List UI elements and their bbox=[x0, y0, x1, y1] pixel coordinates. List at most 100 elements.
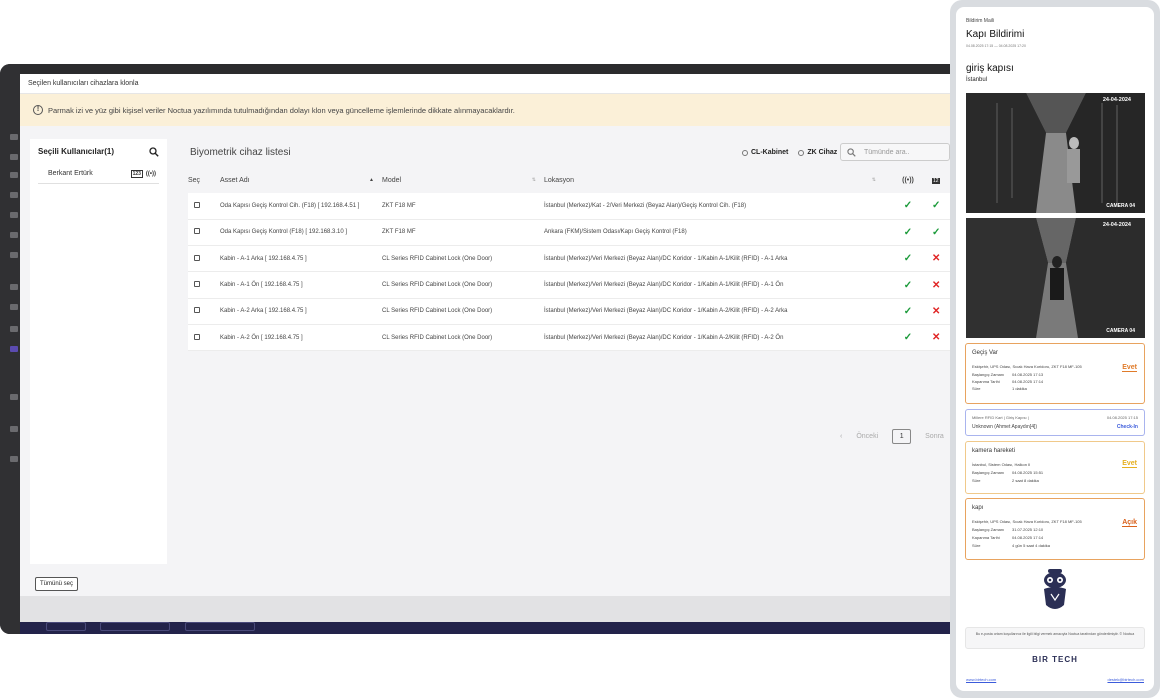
row-checkbox[interactable] bbox=[194, 201, 200, 208]
field-key: Başlangıç Zamanı bbox=[972, 372, 1005, 377]
col-asset[interactable]: Asset Adı ▲ bbox=[220, 167, 382, 193]
row-checkbox[interactable] bbox=[194, 333, 200, 340]
field-key: Süre bbox=[972, 543, 981, 548]
table-row[interactable]: Oda Kapısı Geçiş Kontrol (F18) [ 192.168… bbox=[188, 219, 950, 247]
cell-rfid-status: ✓ bbox=[884, 193, 932, 220]
search-icon[interactable] bbox=[149, 146, 159, 157]
radio-circle[interactable] bbox=[798, 149, 805, 156]
bottom-bar-chip[interactable] bbox=[100, 622, 170, 631]
table-row[interactable]: Oda Kapısı Geçiş Kontrol Cih. (F18) [ 19… bbox=[188, 193, 950, 220]
table-row[interactable]: Kabin - A-2 Arka [ 192.168.4.75 ] CL Seri… bbox=[188, 298, 950, 325]
radio-zk-cihaz[interactable]: ZK Cihaz bbox=[798, 149, 837, 156]
rfid-badge-icon: ((•)) bbox=[145, 170, 156, 177]
prev-arrow-icon[interactable]: ‹ bbox=[840, 433, 842, 440]
sidebar-icon[interactable] bbox=[10, 284, 18, 290]
sidebar-icon[interactable] bbox=[10, 192, 18, 198]
card-person: Unknown (Ahmet Apaydın[4]) bbox=[972, 424, 1038, 430]
card-header: Millere RFID Kart | Giriş Kapısı | bbox=[972, 415, 1029, 420]
sidebar-icon[interactable] bbox=[10, 394, 18, 400]
selected-user-item[interactable]: Berkant Ertürk 123 ((•)) bbox=[38, 164, 159, 184]
camera-snapshot[interactable]: 24-04-2024 CAMERA 04 bbox=[966, 218, 1145, 338]
cell-asset: Kabin - A-1 Ön [ 192.168.4.75 ] bbox=[220, 271, 382, 299]
cell-asset: Oda Kapısı Geçiş Kontrol Cih. (F18) [ 19… bbox=[220, 193, 382, 220]
bottom-bar-chip[interactable] bbox=[46, 622, 86, 631]
field-key: Süre bbox=[972, 386, 981, 391]
support-email-link[interactable]: destek@birtech.com bbox=[1107, 677, 1144, 682]
bottom-bar-chip[interactable] bbox=[185, 622, 255, 631]
email-kicker: Bildirim Maili bbox=[966, 18, 995, 24]
row-select-cell bbox=[188, 219, 220, 247]
sidebar-icon[interactable] bbox=[10, 212, 18, 218]
table-row[interactable]: Kabin - A-1 Ön [ 192.168.4.75 ] CL Series… bbox=[188, 271, 950, 299]
sidebar-icon[interactable] bbox=[10, 134, 18, 140]
email-preview-device: Bildirim Maili Kapı Bildirimi 04.08.2025… bbox=[950, 0, 1160, 698]
corridor-image bbox=[966, 93, 1145, 213]
table-row[interactable]: Kabin - A-2 Ön [ 192.168.4.75 ] CL Series… bbox=[188, 324, 950, 352]
sort-icon[interactable]: ⇅ bbox=[532, 177, 536, 183]
card-field: Kapanma Tarihi 04.08.2025 17:14 bbox=[972, 379, 1043, 384]
sidebar-icon[interactable] bbox=[10, 172, 18, 178]
prev-page-button[interactable]: Önceki bbox=[856, 433, 878, 440]
current-page-button[interactable]: 1 bbox=[892, 429, 912, 444]
sort-asc-icon[interactable]: ▲ bbox=[369, 177, 374, 183]
sidebar-icon-active[interactable] bbox=[10, 346, 18, 352]
next-page-button[interactable]: Sonra bbox=[925, 433, 944, 440]
sidebar-icon[interactable] bbox=[10, 426, 18, 432]
row-checkbox[interactable] bbox=[194, 281, 200, 288]
website-link[interactable]: www.birtech.com bbox=[966, 677, 996, 682]
row-checkbox[interactable] bbox=[194, 228, 200, 235]
cell-model: ZKT F18 MF bbox=[382, 193, 544, 220]
device-search-input[interactable]: Tümünde ara.. bbox=[840, 143, 950, 161]
row-checkbox[interactable] bbox=[194, 307, 200, 314]
sidebar-icon[interactable] bbox=[10, 456, 18, 462]
camera-date: 24-04-2024 bbox=[1102, 97, 1131, 103]
cell-location: İstanbul (Merkez)/Kat - 2/Veri Merkezi (… bbox=[544, 193, 884, 220]
sort-icon[interactable]: ⇅ bbox=[872, 177, 876, 183]
select-all-button[interactable]: Tümünü seç bbox=[35, 577, 79, 591]
field-key: Kapanma Tarihi bbox=[972, 535, 1000, 540]
col-model[interactable]: Model ⇅ bbox=[382, 167, 544, 193]
field-value: 04.08.2025 17:14 bbox=[1012, 535, 1044, 540]
sidebar-icon[interactable] bbox=[10, 326, 18, 332]
app-sidebar bbox=[0, 64, 20, 634]
col-id: 12 bbox=[932, 167, 950, 193]
sidebar-icon[interactable] bbox=[10, 252, 18, 258]
col-location-label: Lokasyon bbox=[544, 176, 574, 184]
checkin-card[interactable]: Millere RFID Kart | Giriş Kapısı | 04.08… bbox=[965, 409, 1145, 436]
notification-card[interactable]: kamera hareketi İstanbul, Sistem Odası, … bbox=[965, 441, 1145, 494]
pagination: ‹ Önceki 1 Sonra bbox=[840, 429, 944, 444]
field-key: Kapanma Tarihi bbox=[972, 379, 1000, 384]
cell-model: ZKT F18 MF bbox=[382, 219, 544, 247]
camera-label: CAMERA 04 bbox=[1106, 203, 1135, 209]
table-row[interactable]: Kabin - A-1 Arka [ 192.168.4.75 ] CL Seri… bbox=[188, 245, 950, 273]
notification-card[interactable]: kapı Eskişehir, UPS Odası, Sıcak Hava Ko… bbox=[965, 498, 1145, 560]
cell-location: İstanbul (Merkez)/Veri Merkezi (Beyaz Al… bbox=[544, 298, 884, 325]
sidebar-icon[interactable] bbox=[10, 154, 18, 160]
radio-circle[interactable] bbox=[742, 149, 748, 156]
camera-snapshot[interactable]: 24-04-2024 CAMERA 04 bbox=[966, 93, 1145, 213]
sidebar-icon[interactable] bbox=[10, 232, 18, 238]
selected-users-header: Seçili Kullanıcılar(1) bbox=[30, 139, 167, 164]
card-field: Süre 2 saat 8 dakika bbox=[972, 478, 1039, 483]
email-preview-screen: Bildirim Maili Kapı Bildirimi 04.08.2025… bbox=[956, 7, 1154, 691]
door-name: giriş kapısı bbox=[966, 63, 1014, 74]
notification-card[interactable]: Geçiş Var Eskişehir, UPS Odası, Sıcak Ha… bbox=[965, 343, 1145, 404]
card-location: Eskişehir, UPS Odası, Sıcak Hava Koridor… bbox=[972, 364, 1082, 369]
cell-rfid-status: ✓ bbox=[884, 245, 932, 273]
card-status: Evet bbox=[1122, 460, 1137, 468]
field-value: 04.08.2025 15:51 bbox=[1012, 470, 1044, 475]
card-title: kapı bbox=[972, 505, 984, 511]
cell-location: İstanbul (Merkez)/Veri Merkezi (Beyaz Al… bbox=[544, 324, 884, 352]
card-status: Check-In bbox=[1116, 424, 1138, 430]
row-checkbox[interactable] bbox=[194, 254, 200, 261]
radio-cl-kabinet[interactable]: CL-Kabinet bbox=[742, 149, 788, 156]
corridor-image bbox=[966, 218, 1145, 338]
col-location[interactable]: Lokasyon ⇅ bbox=[544, 167, 884, 193]
card-time: 04.08.2025 17:15 bbox=[1106, 415, 1138, 420]
cell-id-status: ✓ bbox=[932, 219, 950, 247]
cell-id-status: ✓ bbox=[932, 193, 950, 220]
door-city: İstanbul bbox=[966, 77, 988, 83]
cell-model: CL Series RFID Cabinet Lock (One Door) bbox=[382, 245, 544, 273]
sidebar-icon[interactable] bbox=[10, 304, 18, 310]
search-icon bbox=[847, 147, 856, 157]
